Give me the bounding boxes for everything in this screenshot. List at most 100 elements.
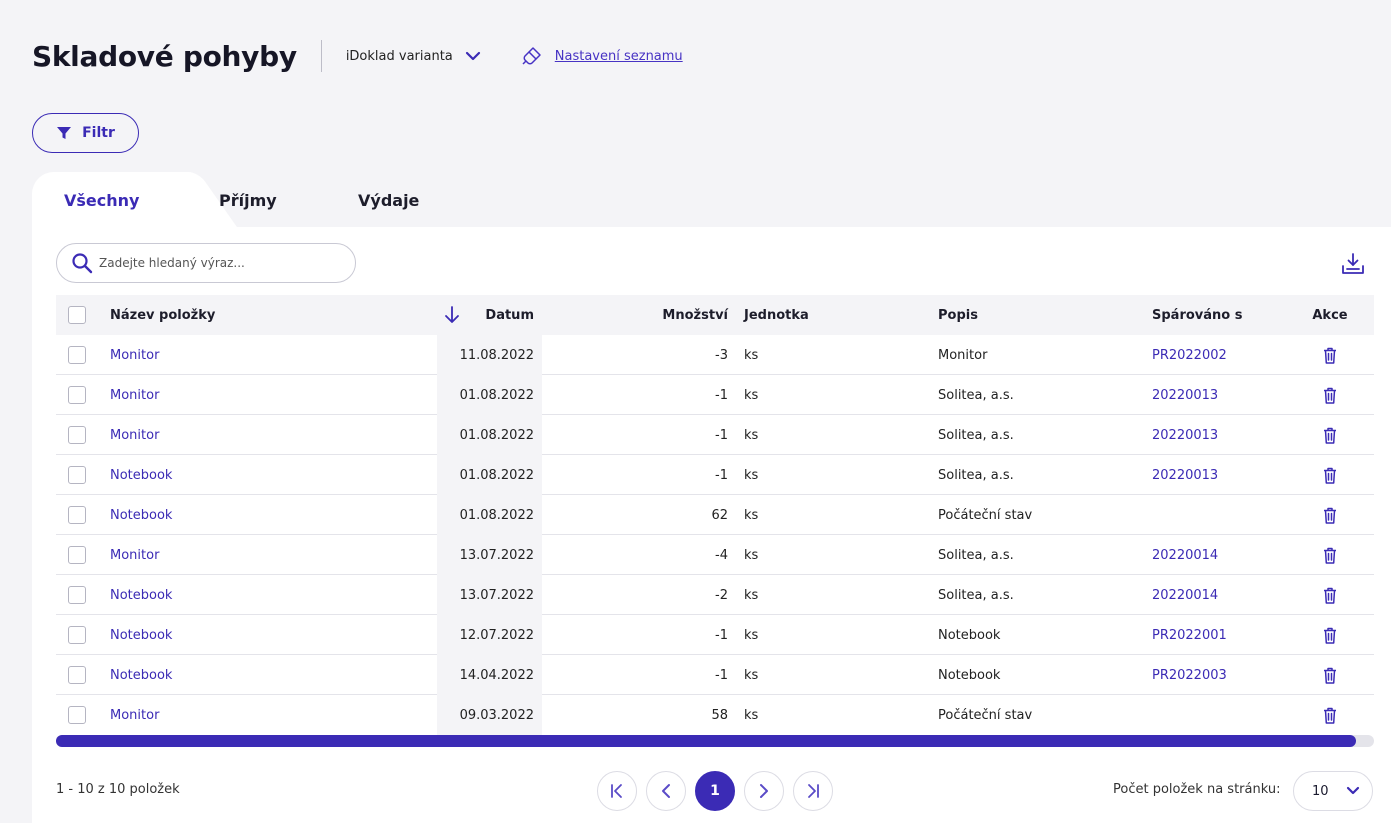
scrollbar-thumb[interactable] bbox=[56, 735, 1356, 747]
last-page-button[interactable] bbox=[793, 771, 833, 811]
delete-button[interactable] bbox=[1316, 455, 1344, 495]
item-name-link[interactable]: Monitor bbox=[110, 335, 159, 375]
row-checkbox-cell bbox=[68, 535, 86, 575]
page-header: Skladové pohyby iDoklad varianta Nastave… bbox=[32, 36, 683, 76]
paired-doc-link[interactable]: 20220013 bbox=[1152, 375, 1218, 415]
settings-link-label: Nastavení seznamu bbox=[554, 48, 683, 64]
row-qty: -4 bbox=[715, 547, 728, 563]
chevron-right-icon bbox=[760, 784, 768, 798]
row-desc: Solitea, a.s. bbox=[938, 387, 1014, 403]
item-name-link[interactable]: Monitor bbox=[110, 695, 159, 735]
item-name-link[interactable]: Notebook bbox=[110, 495, 172, 535]
delete-button[interactable] bbox=[1316, 695, 1344, 735]
export-button[interactable] bbox=[1341, 252, 1365, 280]
prev-page-button[interactable] bbox=[646, 771, 686, 811]
select-all-checkbox[interactable] bbox=[68, 306, 86, 324]
col-qty[interactable]: Množství bbox=[616, 295, 728, 335]
trash-icon bbox=[1324, 387, 1336, 404]
row-checkbox[interactable] bbox=[68, 386, 86, 404]
row-desc: Monitor bbox=[938, 347, 988, 363]
row-qty: -1 bbox=[715, 387, 728, 403]
row-desc: Solitea, a.s. bbox=[938, 547, 1014, 563]
table-body: Monitor 11.08.2022 -3 ks Monitor PR20220… bbox=[56, 335, 1374, 735]
row-checkbox[interactable] bbox=[68, 506, 86, 524]
item-name-link[interactable]: Monitor bbox=[110, 535, 159, 575]
next-page-button[interactable] bbox=[744, 771, 784, 811]
delete-button[interactable] bbox=[1316, 375, 1344, 415]
col-name[interactable]: Název položky bbox=[110, 295, 215, 335]
tab-receipts[interactable]: Příjmy bbox=[219, 172, 277, 228]
page-1-button[interactable]: 1 bbox=[695, 771, 735, 811]
delete-button[interactable] bbox=[1316, 335, 1344, 375]
movements-table: Název položky Datum Množství Jednotka Po… bbox=[56, 295, 1374, 735]
tab-issues[interactable]: Výdaje bbox=[358, 172, 419, 228]
download-tray-icon bbox=[1342, 253, 1364, 274]
variant-dropdown[interactable]: iDoklad varianta bbox=[346, 49, 481, 64]
row-checkbox-cell bbox=[68, 335, 86, 375]
paired-doc-link[interactable]: 20220013 bbox=[1152, 455, 1218, 495]
delete-button[interactable] bbox=[1316, 655, 1344, 695]
paired-doc-link[interactable]: 20220013 bbox=[1152, 415, 1218, 455]
table-row: Monitor 13.07.2022 -4 ks Solitea, a.s. 2… bbox=[56, 535, 1374, 575]
delete-button[interactable] bbox=[1316, 615, 1344, 655]
row-checkbox[interactable] bbox=[68, 426, 86, 444]
delete-button[interactable] bbox=[1316, 495, 1344, 535]
header-checkbox-cell bbox=[68, 295, 86, 335]
row-checkbox[interactable] bbox=[68, 346, 86, 364]
col-actions: Akce bbox=[1312, 307, 1348, 323]
row-unit: ks bbox=[744, 587, 759, 603]
col-paired[interactable]: Spárováno s bbox=[1152, 295, 1242, 335]
col-unit[interactable]: Jednotka bbox=[744, 295, 809, 335]
item-name-link[interactable]: Notebook bbox=[110, 655, 172, 695]
tab-receipts-label: Příjmy bbox=[219, 190, 277, 210]
paired-doc-link[interactable]: 20220014 bbox=[1152, 535, 1218, 575]
item-name-link[interactable]: Notebook bbox=[110, 615, 172, 655]
first-page-button[interactable] bbox=[597, 771, 637, 811]
paired-doc-link[interactable]: PR2022001 bbox=[1152, 615, 1227, 655]
row-checkbox[interactable] bbox=[68, 586, 86, 604]
delete-button[interactable] bbox=[1316, 575, 1344, 615]
row-checkbox-cell bbox=[68, 615, 86, 655]
col-date[interactable]: Datum bbox=[437, 295, 534, 335]
row-checkbox[interactable] bbox=[68, 466, 86, 484]
filter-button[interactable]: Filtr bbox=[32, 113, 139, 153]
tab-all[interactable]: Všechny bbox=[32, 172, 188, 228]
row-unit: ks bbox=[744, 467, 759, 483]
table-header: Název položky Datum Množství Jednotka Po… bbox=[56, 295, 1374, 335]
row-checkbox-cell bbox=[68, 495, 86, 535]
row-checkbox[interactable] bbox=[68, 546, 86, 564]
col-desc[interactable]: Popis bbox=[938, 295, 978, 335]
row-unit: ks bbox=[744, 627, 759, 643]
paired-doc-link[interactable]: 20220014 bbox=[1152, 575, 1218, 615]
paired-doc-link[interactable]: PR2022003 bbox=[1152, 655, 1227, 695]
delete-button[interactable] bbox=[1316, 535, 1344, 575]
row-checkbox-cell bbox=[68, 695, 86, 735]
table-row: Monitor 01.08.2022 -1 ks Solitea, a.s. 2… bbox=[56, 415, 1374, 455]
item-name-link[interactable]: Monitor bbox=[110, 375, 159, 415]
row-checkbox[interactable] bbox=[68, 706, 86, 724]
row-qty: -1 bbox=[715, 467, 728, 483]
horizontal-scrollbar[interactable] bbox=[56, 735, 1374, 747]
delete-button[interactable] bbox=[1316, 415, 1344, 455]
paired-doc-link[interactable]: PR2022002 bbox=[1152, 335, 1227, 375]
table-row: Notebook 14.04.2022 -1 ks Notebook PR202… bbox=[56, 655, 1374, 695]
per-page-select[interactable]: 10 bbox=[1293, 771, 1373, 811]
brush-icon bbox=[522, 47, 541, 65]
item-name-link[interactable]: Monitor bbox=[110, 415, 159, 455]
row-unit: ks bbox=[744, 347, 759, 363]
row-date: 01.08.2022 bbox=[459, 467, 534, 483]
search-input[interactable] bbox=[99, 256, 339, 270]
trash-icon bbox=[1324, 467, 1336, 484]
row-checkbox-cell bbox=[68, 415, 86, 455]
trash-icon bbox=[1324, 627, 1336, 644]
trash-icon bbox=[1324, 707, 1336, 724]
row-checkbox[interactable] bbox=[68, 666, 86, 684]
list-settings-link[interactable]: Nastavení seznamu bbox=[521, 45, 683, 67]
item-name-link[interactable]: Notebook bbox=[110, 455, 172, 495]
trash-icon bbox=[1324, 667, 1336, 684]
tab-issues-label: Výdaje bbox=[358, 190, 420, 210]
item-name-link[interactable]: Notebook bbox=[110, 575, 172, 615]
row-checkbox[interactable] bbox=[68, 626, 86, 644]
row-date: 09.03.2022 bbox=[459, 707, 534, 723]
row-desc: Notebook bbox=[938, 627, 1001, 643]
